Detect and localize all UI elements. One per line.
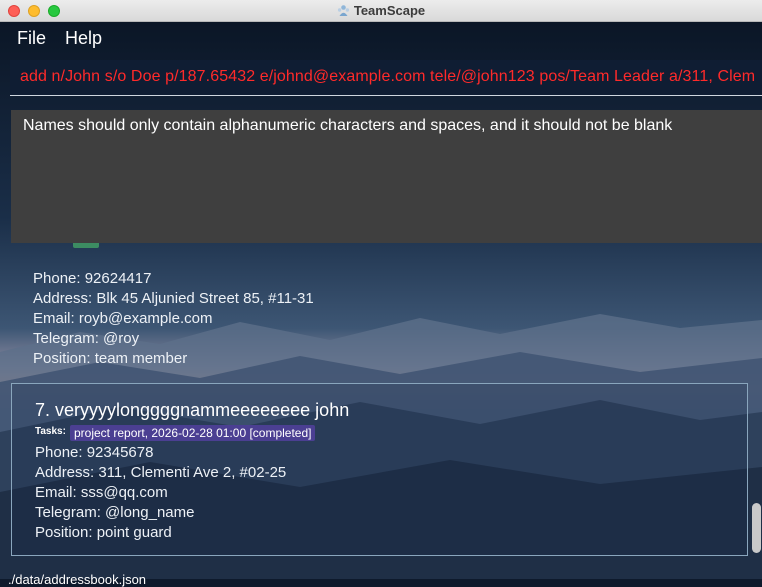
person-address: Address: Blk 45 Aljunied Street 85, #11-… xyxy=(33,290,314,307)
teamscape-app-icon xyxy=(337,5,349,16)
person-phone: Phone: 92624417 xyxy=(33,270,152,287)
window-title: TeamScape xyxy=(353,3,426,18)
person-telegram: Telegram: @roy xyxy=(33,330,140,347)
person-phone: Phone: 92345678 xyxy=(35,444,154,461)
list-scrollbar-thumb[interactable] xyxy=(752,503,761,553)
person-position: Position: point guard xyxy=(35,524,172,541)
person-name: 7. veryyyylonggggnammeeeeeeee john xyxy=(35,400,350,420)
tag-chip xyxy=(73,243,99,248)
tasks-label: Tasks: xyxy=(35,426,66,437)
command-input[interactable]: add n/John s/o Doe p/187.65432 e/johnd@e… xyxy=(10,60,762,96)
person-card[interactable]: 7. veryyyylonggggnammeeeeeeee john Tasks… xyxy=(11,383,748,556)
command-input-value: add n/John s/o Doe p/187.65432 e/johnd@e… xyxy=(20,68,756,85)
result-display[interactable]: Names should only contain alphanumeric c… xyxy=(11,110,762,243)
person-telegram: Telegram: @long_name xyxy=(35,504,195,521)
person-address: Address: 311, Clementi Ave 2, #02-25 xyxy=(35,464,287,481)
person-list[interactable]: Phone: 92624417 Address: Blk 45 Aljunied… xyxy=(0,243,762,579)
result-message: Names should only contain alphanumeric c… xyxy=(23,117,673,134)
person-position: Position: team member xyxy=(33,350,188,367)
menu-bar: File Help xyxy=(0,22,762,56)
person-email: Email: royb@example.com xyxy=(33,310,213,327)
task-chip: project report, 2026-02-28 01:00 [comple… xyxy=(70,425,316,441)
status-bar-path: ./data/addressbook.json xyxy=(8,572,147,587)
person-email: Email: sss@qq.com xyxy=(35,484,168,501)
menu-file[interactable]: File xyxy=(17,28,46,49)
window-title-bar: TeamScape xyxy=(0,0,762,22)
menu-help[interactable]: Help xyxy=(65,28,102,49)
